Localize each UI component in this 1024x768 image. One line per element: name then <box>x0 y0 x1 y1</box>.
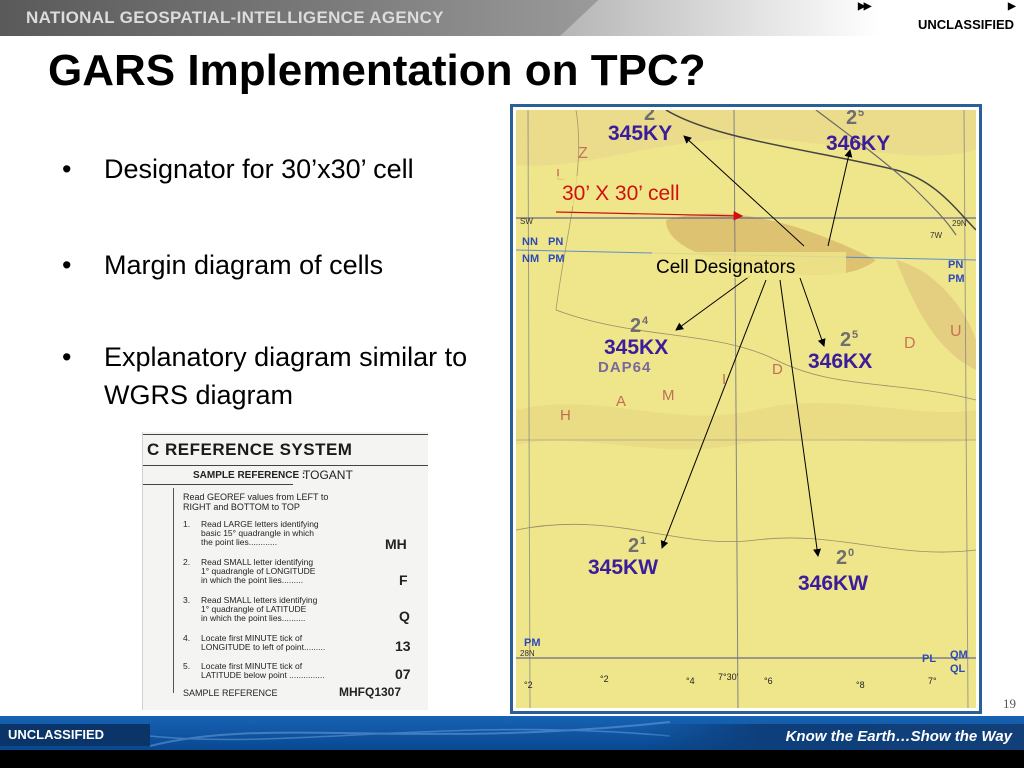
header-light-panel <box>560 0 880 36</box>
quad-digit: 2 <box>840 329 851 351</box>
sample-reference-label: SAMPLE REFERENCE : <box>193 470 306 481</box>
designators-label: Cell Designators <box>656 257 795 278</box>
edge-label: PM <box>548 253 565 265</box>
reference-system-diagram: C REFERENCE SYSTEM SAMPLE REFERENCE : TO… <box>142 432 428 710</box>
quad-sub: 0 <box>848 547 854 559</box>
edge-label: QM <box>950 649 968 661</box>
dap-label: DAP64 <box>598 359 651 376</box>
step-number: 2. <box>183 557 191 567</box>
edge-label: PN <box>948 259 963 271</box>
step-number: 1. <box>183 519 191 529</box>
step-number: 3. <box>183 595 191 605</box>
step-value: Q <box>399 608 410 624</box>
final-reference-label: SAMPLE REFERENCE <box>183 688 278 698</box>
step-value: MH <box>385 536 407 552</box>
divider <box>173 488 174 693</box>
cell-designator: 346KX <box>808 350 872 373</box>
arrow-icon: ▶ <box>1008 1 1016 12</box>
bullet-item: Margin diagram of cells <box>62 246 383 284</box>
step-text: Read SMALL letters identifying 1° quadra… <box>201 595 318 623</box>
quad-digit: 2 <box>836 547 847 569</box>
classification-top: UNCLASSIFIED <box>917 17 1014 32</box>
edge-label: 7W <box>930 231 942 240</box>
map-letter: D <box>904 335 916 352</box>
bullet-item: Explanatory diagram similar to WGRS diag… <box>62 338 502 414</box>
step-value: 07 <box>395 666 411 682</box>
reference-title: C REFERENCE SYSTEM <box>147 440 353 459</box>
step-text: Locate first MINUTE tick of LATITUDE bel… <box>201 661 325 680</box>
cell-designator: 345KY <box>608 122 672 145</box>
tpc-map: NN PN NM PM SW 7W 29N PN PM 28N PM PL QM… <box>516 110 976 708</box>
slide-title: GARS Implementation on TPC? <box>48 46 706 95</box>
map-letter: U <box>950 323 962 340</box>
divider <box>143 465 428 466</box>
step-value: 13 <box>395 638 411 654</box>
edge-label: PM <box>948 273 965 285</box>
step-value: F <box>399 572 408 588</box>
cell-designator: 345KX <box>604 336 668 359</box>
footer-swirl-decoration <box>150 721 670 747</box>
map-letter: Z <box>578 145 588 162</box>
classification-bottom: UNCLASSIFIED <box>8 727 105 742</box>
edge-label: PM <box>524 637 541 649</box>
map-letter: H <box>560 407 571 424</box>
step-text: Read LARGE letters identifying basic 15°… <box>201 519 319 547</box>
tick-label: °4 <box>686 676 695 686</box>
tagline: Know the Earth…Show the Way <box>785 728 1012 745</box>
edge-label: PN <box>548 236 563 248</box>
final-reference-value: MHFQ1307 <box>339 685 402 699</box>
tick-label: °8 <box>856 680 865 690</box>
double-arrow-icon: ▶▶ <box>858 1 871 12</box>
map-letter: A <box>616 393 626 410</box>
reference-intro: Read GEOREF values from LEFT to RIGHT an… <box>183 492 329 512</box>
page-number: 19 <box>1003 696 1016 711</box>
agency-name: NATIONAL GEOSPATIAL-INTELLIGENCE AGENCY <box>26 8 444 27</box>
edge-label: PL <box>922 653 936 665</box>
edge-label: NN <box>522 236 538 248</box>
cell-designator: 345KW <box>588 556 658 579</box>
edge-label: NM <box>522 253 539 265</box>
cell-designator: 346KY <box>826 132 890 155</box>
quad-sub: 5 <box>852 329 858 341</box>
tick-label: 7° <box>928 676 937 686</box>
tick-label: 7°30' <box>718 672 739 682</box>
edge-label: QL <box>950 663 966 675</box>
tick-label: °2 <box>600 674 609 684</box>
cell-label: 30’ X 30’ cell <box>562 182 680 205</box>
map-letter: M <box>662 387 675 404</box>
step-number: 4. <box>183 633 191 643</box>
quad-digit: 2 <box>846 110 857 129</box>
step-number: 5. <box>183 661 191 671</box>
edge-label: 29N <box>952 219 967 228</box>
tick-label: °2 <box>524 680 533 690</box>
step-text: Read SMALL letter identifying 1° quadran… <box>201 557 316 585</box>
bullet-item: Designator for 30’x30’ cell <box>62 150 414 188</box>
edge-label: SW <box>520 217 533 226</box>
step-text: Locate first MINUTE tick of LONGITUDE to… <box>201 633 326 652</box>
edge-label: 28N <box>520 649 535 658</box>
divider <box>143 484 293 485</box>
cell-designator: 346KW <box>798 572 868 595</box>
quad-sub: 4 <box>642 315 649 327</box>
divider <box>143 434 428 435</box>
footer-bottom-bar <box>0 750 1024 768</box>
quad-sub: 5 <box>858 110 864 119</box>
quad-digit: 2 <box>630 315 641 337</box>
tick-label: °6 <box>764 676 773 686</box>
sample-name: TOGANT <box>303 468 353 482</box>
map-letter: D <box>772 361 783 378</box>
header-band: NATIONAL GEOSPATIAL-INTELLIGENCE AGENCY … <box>0 0 1024 36</box>
quad-sub: 1 <box>640 535 646 547</box>
quad-digit: 2 <box>628 535 639 557</box>
